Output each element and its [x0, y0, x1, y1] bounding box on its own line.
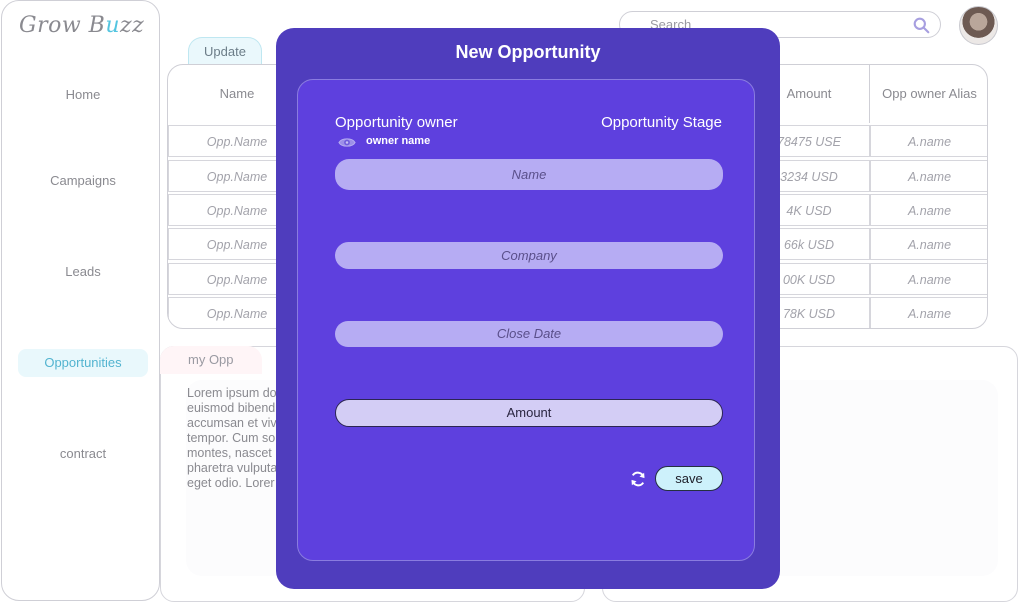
- table-cell-alias: A.name: [870, 160, 987, 192]
- company-field[interactable]: Company: [335, 242, 723, 269]
- sidebar-item-campaigns[interactable]: Campaigns: [18, 167, 148, 195]
- name-field[interactable]: Name: [335, 159, 723, 190]
- modal-title: New Opportunity: [455, 42, 601, 62]
- close-date-field[interactable]: Close Date: [335, 321, 723, 347]
- tab-my-opp[interactable]: my Opp: [160, 346, 262, 374]
- table-cell-alias: A.name: [870, 263, 987, 295]
- save-button[interactable]: save: [655, 466, 723, 491]
- notes-text: Lorem ipsum do euismod bibend accumsan e…: [187, 386, 278, 490]
- tab-update[interactable]: Update: [188, 37, 262, 65]
- table-cell-alias: A.name: [870, 125, 987, 157]
- app-logo[interactable]: Grow Buzz: [19, 13, 144, 38]
- new-opportunity-modal: New Opportunity Opportunity owner Opport…: [276, 28, 780, 589]
- sidebar-item-contract[interactable]: contract: [18, 440, 148, 468]
- sidebar: Grow Buzz Home Campaigns Leads Opportuni…: [1, 0, 160, 601]
- sidebar-item-leads[interactable]: Leads: [18, 258, 148, 286]
- user-avatar[interactable]: [959, 6, 998, 45]
- opportunity-owner-label: Opportunity owner: [335, 114, 458, 131]
- refresh-icon[interactable]: [629, 470, 647, 488]
- sidebar-item-opportunities[interactable]: Opportunities: [18, 349, 148, 377]
- sidebar-item-home[interactable]: Home: [18, 81, 148, 109]
- table-cell-alias: A.name: [870, 228, 987, 260]
- table-cell-alias: A.name: [870, 297, 987, 328]
- column-header-owner-alias[interactable]: Opp owner Alias: [870, 65, 987, 123]
- eye-icon[interactable]: [338, 136, 356, 149]
- opportunity-stage-label[interactable]: Opportunity Stage: [601, 114, 722, 131]
- owner-name: owner name: [366, 135, 431, 147]
- app-root: Grow Buzz Home Campaigns Leads Opportuni…: [0, 0, 1024, 602]
- table-cell-alias: A.name: [870, 194, 987, 226]
- search-icon[interactable]: [913, 17, 930, 34]
- modal-form-card: Opportunity owner Opportunity Stage owne…: [297, 79, 755, 561]
- amount-field[interactable]: Amount: [335, 399, 723, 427]
